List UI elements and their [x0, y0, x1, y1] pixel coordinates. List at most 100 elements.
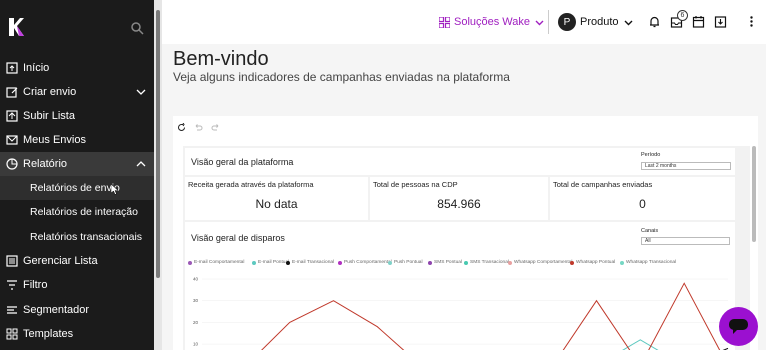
subnav-label: Relatórios de interação	[30, 206, 138, 218]
user-label: Produto	[580, 16, 619, 28]
legend-label: SMS Pontual	[434, 260, 462, 265]
chevron-down-icon	[624, 20, 633, 25]
subnav-relatorios-envio[interactable]: Relatórios de envio	[0, 176, 154, 200]
series-line[interactable]	[202, 282, 728, 350]
nav-item-label: Meus Envios	[23, 134, 86, 146]
nav-item-inicio[interactable]: Início	[0, 56, 154, 80]
chevron-down-icon	[535, 20, 544, 25]
dispatch-chart: 40 30 20 10	[193, 277, 729, 350]
home-icon	[6, 62, 18, 74]
y-tick-label: 30	[193, 298, 199, 303]
legend-swatch	[570, 260, 574, 265]
y-tick-label: 20	[193, 320, 199, 325]
avatar: P	[558, 13, 576, 31]
sidebar-scrollbar-thumb[interactable]	[156, 10, 160, 278]
pie-chart-icon	[6, 158, 18, 170]
grid-icon	[439, 16, 450, 28]
search-icon[interactable]	[130, 21, 144, 35]
legend-swatch	[286, 260, 290, 265]
refresh-icon[interactable]	[177, 123, 186, 132]
legend-item[interactable]: Whatsapp Transacional	[620, 260, 676, 265]
legend-swatch	[508, 260, 512, 265]
y-tick-label: 40	[193, 277, 199, 282]
legend-label: E-mail Comportamental	[194, 260, 245, 265]
dispatch-title: Visão geral de disparos	[191, 233, 285, 243]
legend-label: E-mail Transacional	[292, 260, 335, 265]
legend-swatch	[188, 260, 192, 265]
nav-item-label: Relatório	[23, 158, 68, 170]
kpi-label: Receita gerada através da plataforma	[188, 180, 314, 189]
page-title: Bem-vindo	[173, 48, 269, 70]
legend-item[interactable]: E-mail Comportamental	[188, 260, 244, 265]
more-vertical-icon[interactable]	[745, 15, 758, 28]
legend-label: Whatsapp Pontual	[576, 260, 616, 265]
nav-item-label: Início	[23, 62, 50, 74]
subnav-label: Relatórios de envio	[30, 182, 120, 194]
chat-icon	[729, 319, 748, 334]
user-selector[interactable]: P Produto	[558, 12, 633, 32]
dashboard-scrollbar[interactable]	[752, 146, 756, 242]
nav-item-label: Gerenciar Lista	[23, 255, 98, 267]
calendar-icon[interactable]	[692, 15, 705, 28]
download-icon[interactable]	[714, 15, 727, 28]
nav-item-relatorio[interactable]: Relatório	[0, 152, 154, 176]
legend-item[interactable]: Push Pontual	[388, 260, 423, 265]
nav-item-gerenciar-lista[interactable]: Gerenciar Lista	[0, 249, 154, 273]
period-select[interactable]: Last 2 months	[641, 162, 731, 170]
legend-item[interactable]: Push Comportamental	[338, 260, 392, 265]
chevron-down-icon[interactable]	[136, 87, 146, 97]
subnav-relatorios-interacao[interactable]: Relatórios de interação	[0, 200, 154, 224]
redo-icon[interactable]	[211, 123, 220, 132]
legend-label: Push Pontual	[394, 260, 423, 265]
legend-label: Whatsapp Transacional	[626, 260, 677, 265]
nav-item-meus-envios[interactable]: Meus Envios	[0, 128, 154, 152]
kpi-value: No data	[255, 197, 298, 211]
nav-item-label: Templates	[23, 328, 74, 340]
topbar-divider	[548, 10, 549, 34]
nav-item-label: Filtro	[23, 279, 48, 291]
nav-item-label: Subir Lista	[23, 110, 75, 122]
undo-icon[interactable]	[194, 123, 203, 132]
solutions-label: Soluções Wake	[454, 16, 531, 28]
kpi-value: 854.966	[437, 197, 481, 211]
legend-swatch	[464, 260, 468, 265]
legend-item[interactable]: E-mail Pontual	[252, 260, 289, 265]
channels-label: Canais	[641, 228, 659, 234]
legend-swatch	[428, 260, 432, 265]
notification-badge: 6	[677, 10, 688, 21]
chart-legend: E-mail Comportamental E-mail Pontual E-mai…	[188, 260, 688, 268]
mail-icon	[6, 134, 18, 146]
legend-item[interactable]: Whatsapp Comportamental	[508, 260, 572, 265]
chevron-up-icon[interactable]	[136, 159, 146, 169]
legend-item[interactable]: SMS Pontual	[428, 260, 462, 265]
templates-icon	[6, 328, 18, 340]
nav-item-label: Criar envio	[23, 86, 77, 98]
nav-item-criar-envio[interactable]: Criar envio	[0, 80, 154, 104]
legend-item[interactable]: SMS Transacional	[464, 260, 509, 265]
nav-item-subir-lista[interactable]: Subir Lista	[0, 104, 154, 128]
nav-item-templates[interactable]: Templates	[0, 322, 154, 346]
page-subtitle: Veja alguns indicadores de campanhas env…	[173, 70, 510, 84]
list-icon	[6, 255, 18, 267]
logo-icon[interactable]	[9, 18, 24, 36]
bell-icon[interactable]	[648, 15, 661, 28]
legend-item[interactable]: E-mail Transacional	[286, 260, 334, 265]
upload-icon	[6, 110, 18, 122]
kpi-label: Total de campanhas enviadas	[553, 180, 653, 189]
nav-item-label: Segmentador	[23, 304, 90, 316]
kpi-label: Total de pessoas na CDP	[373, 180, 458, 189]
channels-select[interactable]: All	[641, 237, 730, 245]
legend-swatch	[252, 260, 256, 265]
legend-swatch	[338, 260, 342, 265]
edit-icon	[6, 86, 18, 98]
nav-item-segmentador[interactable]: Segmentador	[0, 298, 154, 322]
solutions-selector[interactable]: Soluções Wake	[439, 14, 544, 30]
legend-label: Push Comportamental	[344, 260, 392, 265]
legend-label: SMS Transacional	[470, 260, 509, 265]
legend-item[interactable]: Whatsapp Pontual	[570, 260, 615, 265]
subnav-relatorios-transacionais[interactable]: Relatórios transacionais	[0, 225, 154, 249]
sidebar: Início Criar envio Subir Lista Meus Envi…	[0, 0, 154, 350]
legend-label: Whatsapp Comportamental	[514, 260, 573, 265]
chat-button[interactable]	[719, 307, 758, 346]
nav-item-filtro[interactable]: Filtro	[0, 273, 154, 297]
